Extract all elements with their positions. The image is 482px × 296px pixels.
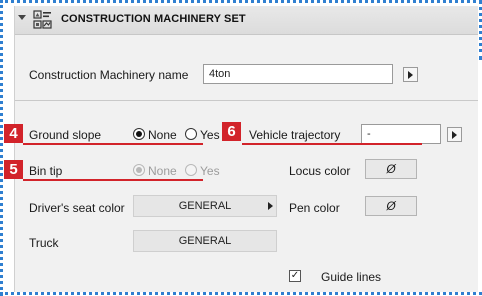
bin-tip-yes-radio [185,164,197,176]
pen-color-button[interactable]: Ø [365,196,417,216]
ground-slope-none-label[interactable]: None [148,128,177,142]
callout-badge-6: 6 [222,122,241,141]
vehicle-trajectory-field[interactable]: - [361,124,441,144]
drivers-seat-color-label: Driver's seat color [29,201,125,215]
collapse-triangle-icon[interactable] [18,15,26,20]
guide-lines-checkbox[interactable]: ✓ [289,270,301,282]
truck-label: Truck [29,236,59,250]
callout-underline-6 [242,143,422,145]
play-arrow-icon [268,202,273,210]
panel-header[interactable]: CONSTRUCTION MACHINERY SET [15,6,478,35]
callout-underline-5 [23,179,203,181]
pen-color-label: Pen color [289,201,340,215]
selection-border-bottom [0,292,482,295]
ground-slope-yes-radio[interactable] [185,128,197,140]
callout-badge-4: 4 [4,124,23,143]
machinery-name-arrow-button[interactable] [403,67,418,82]
machinery-name-field[interactable]: 4ton [203,64,393,84]
callout-underline-4 [23,143,203,145]
drivers-seat-color-button[interactable]: GENERAL [133,195,277,217]
guide-lines-label[interactable]: Guide lines [321,270,381,284]
vehicle-trajectory-arrow-button[interactable] [447,127,462,142]
locus-color-button[interactable]: Ø [365,159,417,179]
ground-slope-none-radio[interactable] [133,128,145,140]
ground-slope-yes-label[interactable]: Yes [200,128,220,142]
truck-button[interactable]: GENERAL [133,230,277,252]
drivers-seat-color-value: GENERAL [178,200,232,212]
callout-badge-5: 5 [4,160,23,179]
selection-border-top [0,0,482,3]
construction-machinery-panel: CONSTRUCTION MACHINERY SET Construction … [14,6,478,292]
locus-color-label: Locus color [289,164,351,178]
bin-tip-none-label: None [148,164,177,178]
bin-tip-none-radio [133,164,145,176]
vehicle-trajectory-label: Vehicle trajectory [249,128,341,142]
machinery-name-label: Construction Machinery name [29,68,189,82]
selection-border-left [0,0,3,296]
machinery-set-icon [33,10,52,29]
ground-slope-label: Ground slope [29,128,102,142]
panel-title: CONSTRUCTION MACHINERY SET [61,13,246,25]
bin-tip-label: Bin tip [29,164,63,178]
bin-tip-yes-label: Yes [200,164,220,178]
section-divider [15,100,478,101]
